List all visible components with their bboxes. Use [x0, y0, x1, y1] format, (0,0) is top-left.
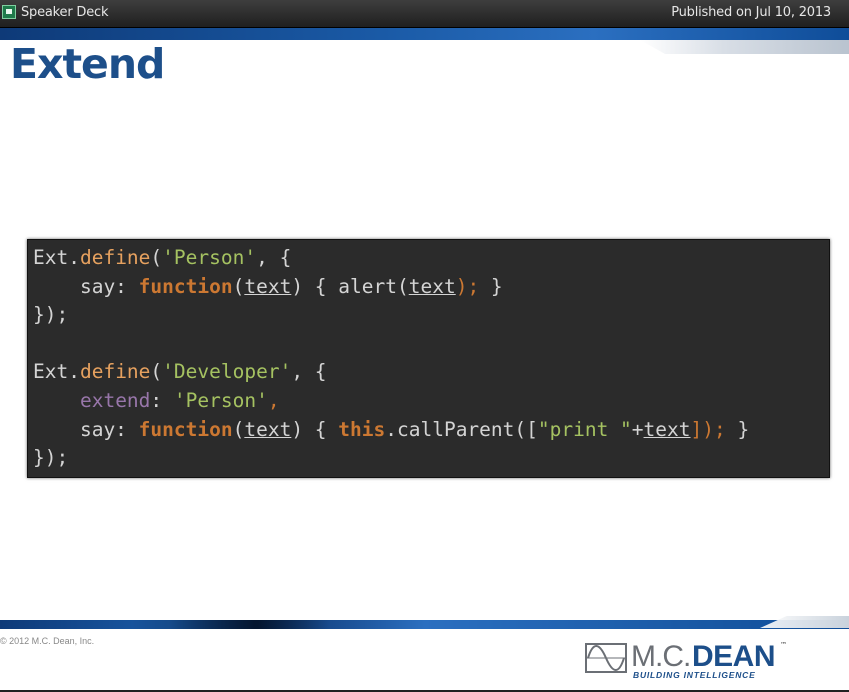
code-token: ); [455, 274, 480, 298]
code-token: say: [33, 417, 139, 441]
code-token: }); [33, 303, 69, 327]
footer-swoosh [0, 620, 330, 629]
code-token: 'Person' [173, 388, 268, 412]
code-token: ( [232, 274, 245, 298]
code-token: "print " [537, 417, 632, 441]
slide-title: Extend [10, 40, 165, 88]
top-bar: Speaker Deck Published on Jul 10, 2013 [0, 0, 849, 28]
code-line: say: function(text) { this.callParent(["… [33, 416, 829, 445]
code-token: }); [33, 446, 69, 470]
trademark-symbol: ™ [780, 641, 787, 649]
code-token: , [267, 388, 280, 412]
code-token: text [408, 274, 456, 298]
code-token: : [150, 388, 174, 412]
code-token: ( [232, 417, 245, 441]
code-token: ( [150, 246, 163, 269]
code-token: define [79, 246, 151, 269]
brand-tagline: BUILDING INTELLIGENCE [633, 670, 756, 680]
code-token: } [479, 274, 503, 298]
code-token: ) { [291, 417, 339, 441]
speaker-deck-logo-icon[interactable] [2, 5, 16, 19]
code-token: Ext. [33, 360, 80, 384]
header-band [0, 28, 849, 40]
code-token: .callParent([ [385, 417, 538, 441]
code-block: Ext.define('Person', { say: function(tex… [27, 239, 830, 478]
brand-mc: M.C. [631, 640, 691, 673]
code-token: } [725, 417, 750, 441]
copyright-text: © 2012 M.C. Dean, Inc. [0, 636, 95, 646]
code-token: , { [256, 246, 292, 269]
code-token: , { [291, 360, 327, 384]
code-token: Ext. [33, 246, 80, 269]
code-token: function [138, 417, 233, 441]
brand-dean: DEAN [692, 640, 776, 673]
code-token: alert [338, 274, 397, 298]
code-token: ( [150, 360, 163, 384]
code-line: Ext.define('Person', { [33, 244, 829, 273]
code-token: function [138, 274, 233, 298]
mc-dean-logo: M.C. DEAN ™ BUILDING INTELLIGENCE [585, 640, 790, 680]
code-token: text [643, 417, 691, 441]
code-line: say: function(text) { alert(text); } [33, 273, 829, 302]
published-date: Published on Jul 10, 2013 [671, 5, 831, 20]
code-token: text [244, 274, 292, 298]
code-token: text [244, 417, 292, 441]
sine-wave-icon [585, 643, 627, 673]
code-token: 'Person' [162, 246, 257, 269]
code-token: ( [396, 274, 409, 298]
code-token: 'Developer' [162, 360, 292, 384]
code-line: extend: 'Person', [33, 387, 829, 416]
code-token: extend [79, 388, 151, 412]
code-token: say: [33, 274, 139, 298]
app-title[interactable]: Speaker Deck [21, 5, 108, 20]
code-token: define [79, 360, 151, 384]
code-token: this [338, 417, 386, 441]
code-token: ]); [690, 417, 726, 441]
code-token: + [631, 417, 644, 441]
code-line: }); [33, 301, 829, 330]
header-swoosh [640, 40, 849, 54]
code-line: }); [33, 444, 829, 473]
code-line: Ext.define('Developer', { [33, 358, 829, 387]
code-token: ) { [291, 274, 339, 298]
